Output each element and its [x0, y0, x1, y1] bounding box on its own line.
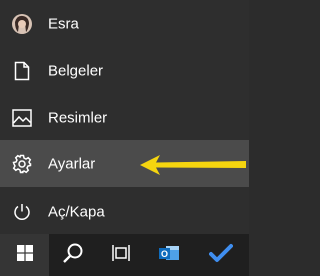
svg-text:O: O: [161, 249, 168, 259]
start-menu: Esra Belgeler Resimler Ayarlar Aç/Kapa: [0, 0, 249, 234]
outlook-app-button[interactable]: O: [145, 234, 193, 276]
power-item[interactable]: Aç/Kapa: [0, 188, 249, 235]
documents-label: Belgeler: [48, 62, 104, 79]
todo-app-button[interactable]: [193, 234, 249, 276]
windows-logo-icon: [16, 244, 33, 266]
todo-checkmark-icon: [209, 243, 233, 268]
settings-label: Ayarlar: [48, 155, 96, 172]
search-button[interactable]: [49, 234, 97, 276]
arrow-left-icon: [140, 155, 246, 175]
gear-icon: [11, 153, 33, 175]
task-view-icon: [112, 244, 130, 267]
document-icon: [11, 60, 33, 82]
power-icon: [11, 201, 33, 223]
taskbar: O: [0, 234, 249, 276]
user-avatar-icon: [11, 13, 33, 35]
outlook-icon: O: [158, 243, 180, 268]
user-account-item[interactable]: Esra: [0, 0, 249, 47]
pictures-label: Resimler: [48, 109, 108, 126]
start-button[interactable]: [0, 234, 49, 276]
documents-item[interactable]: Belgeler: [0, 47, 249, 94]
power-label: Aç/Kapa: [48, 203, 105, 220]
image-icon: [11, 107, 33, 129]
pictures-item[interactable]: Resimler: [0, 94, 249, 141]
task-view-button[interactable]: [97, 234, 145, 276]
user-name: Esra: [48, 15, 79, 32]
search-icon: [62, 242, 84, 269]
